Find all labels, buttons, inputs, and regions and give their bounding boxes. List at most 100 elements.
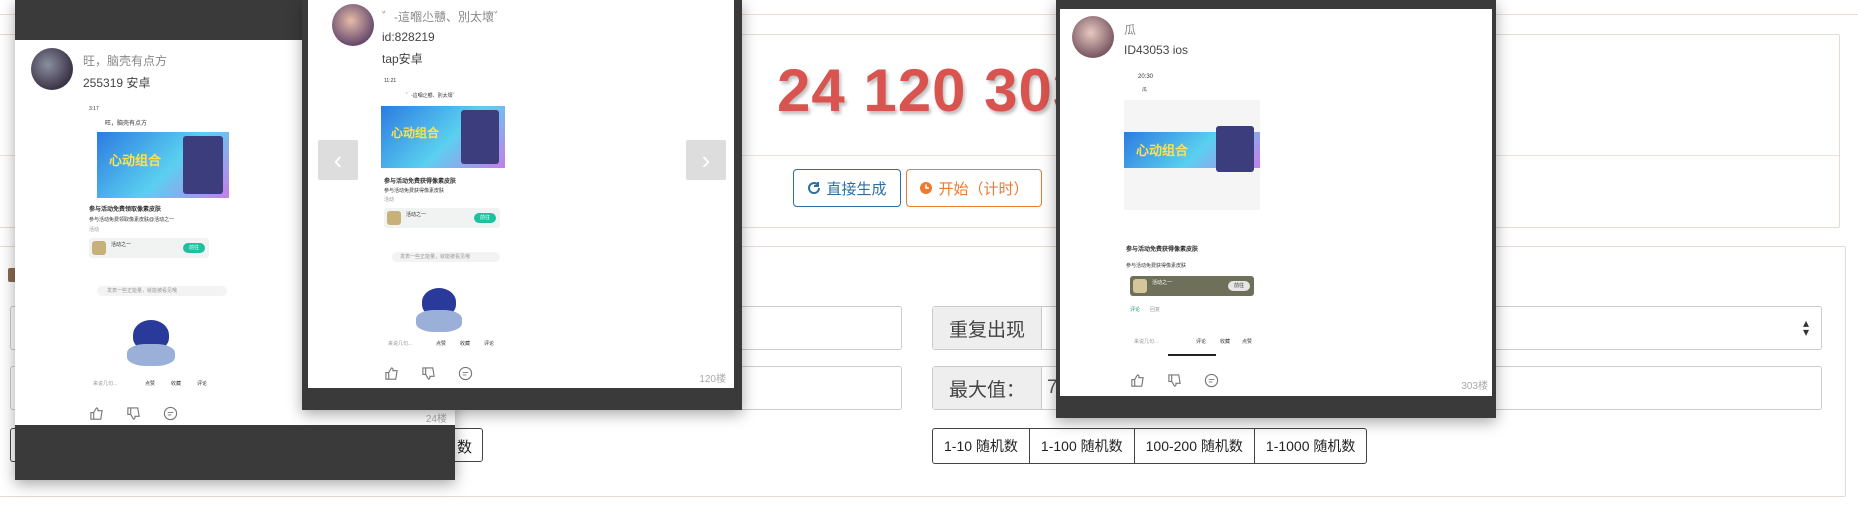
footer-comment: 评论 [197, 381, 208, 387]
event-banner: 心动组合 [1124, 126, 1260, 172]
comment-icon[interactable] [458, 366, 473, 381]
screenshot-image[interactable]: 20:30 瓜 心动组合 参与活动免费获得像素皮肤 参与活动免费获得像素皮肤 活… [1124, 72, 1260, 362]
footer-fav: 收藏 [1220, 339, 1231, 345]
user-id: id:828219 [382, 30, 435, 44]
repeat-label: 重复出现 [933, 307, 1043, 349]
card-bottom-bar [302, 388, 742, 410]
comment-card-3: 瓜 ID43053 ios 20:30 瓜 心动组合 参与活动免费获得像素皮肤 … [1056, 0, 1496, 418]
thumb-down-icon[interactable] [421, 366, 436, 381]
footer-fav: 收藏 [460, 341, 471, 347]
phone-title: 瓜 [1142, 87, 1148, 93]
phone-time: 3:17 [89, 106, 99, 112]
banner-area: 心动组合 [1124, 100, 1260, 210]
robot-mascot [127, 316, 175, 366]
tab-replies: 回复 [1150, 307, 1161, 313]
phone-title: ゛-這嗰尐戇、別太壞゛ [406, 93, 458, 99]
footer-placeholder: 来说几句... [93, 381, 118, 387]
join-button: 前往 [1228, 281, 1250, 291]
game-card: 活动之一 前往 [1130, 276, 1254, 296]
character-art [183, 136, 223, 194]
comment-icon[interactable] [163, 406, 178, 421]
username[interactable]: 旺，脑壳有点方 [83, 52, 167, 69]
thumb-up-icon[interactable] [1130, 373, 1145, 388]
character-art [1216, 126, 1254, 172]
comment-icon[interactable] [1204, 373, 1219, 388]
reaction-bar [384, 366, 473, 381]
thumb-up-icon[interactable] [89, 406, 104, 421]
left-range-label: 数 [456, 439, 472, 456]
range-1-10-button[interactable]: 1-10 随机数 [933, 429, 1030, 463]
game-name: 活动之一 [111, 242, 132, 248]
thumb-down-icon[interactable] [1167, 373, 1182, 388]
banner-title: 心动组合 [1136, 143, 1189, 158]
user-id: ID43053 ios [1124, 43, 1189, 57]
generate-label: 直接生成 [826, 180, 887, 198]
username[interactable]: 瓜 [1124, 21, 1136, 38]
tab-comments: 评论 [1130, 307, 1141, 313]
max-label: 最大值： [933, 367, 1043, 409]
chevron-left-icon[interactable]: ‹ [318, 140, 358, 180]
post-sub: 参与活动免费获得像素皮肤 [384, 188, 445, 194]
post-sub: 参与活动免费领取像素皮肤@活动之一 [89, 217, 175, 223]
avatar[interactable] [31, 48, 73, 90]
user-platform: tap安卓 [382, 52, 423, 66]
game-card: 活动之一 前往 [89, 238, 209, 258]
range-1-1000-button[interactable]: 1-1000 随机数 [1255, 429, 1366, 463]
post-tag: 活动 [384, 197, 395, 203]
range-button-group: 1-10 随机数 1-100 随机数 100-200 随机数 1-1000 随机… [932, 428, 1368, 464]
screenshot-image[interactable]: 11:21 ゛-這嗰尐戇、別太壞゛ 心动组合 参与活动免费获得像素皮肤 参与活动… [378, 76, 508, 352]
reaction-bar [89, 406, 178, 421]
footer-fav: 收藏 [171, 381, 182, 387]
range-1-100-button[interactable]: 1-100 随机数 [1030, 429, 1135, 463]
footer-placeholder: 来说几句... [1134, 339, 1159, 345]
banner-title: 心动组合 [109, 153, 162, 168]
card-top-bar [1056, 0, 1496, 9]
thumb-up-icon[interactable] [384, 366, 399, 381]
phone-time: 11:21 [384, 78, 397, 84]
game-card: 活动之一 前往 [384, 208, 500, 228]
card-side-bar [1492, 0, 1496, 418]
footer-like: 点赞 [1242, 339, 1253, 345]
card-bottom-bar [15, 425, 455, 480]
floor-number: 303楼 [1461, 381, 1488, 392]
home-indicator [1168, 354, 1216, 356]
floor-number: 120楼 [699, 374, 726, 385]
select-arrow-icon: ▴ ▾ [1802, 316, 1809, 339]
thumb-down-icon[interactable] [126, 406, 141, 421]
floor-number: 24楼 [425, 414, 447, 425]
game-icon [92, 241, 106, 255]
post-sub: 参与活动免费获得像素皮肤 [1126, 263, 1187, 269]
phone-time: 20:30 [1138, 74, 1154, 80]
avatar[interactable] [1072, 16, 1114, 58]
event-banner: 心动组合 [381, 106, 505, 168]
clock-icon [920, 182, 933, 194]
footer-like: 点赞 [436, 341, 447, 347]
game-icon [387, 211, 401, 225]
reaction-bar [1130, 373, 1219, 388]
username[interactable]: ゛-這嗰尐戇、別太壞゛ [382, 8, 506, 25]
footer-like: 点赞 [145, 381, 156, 387]
game-name: 活动之一 [1152, 280, 1173, 286]
footer-comment: 评论 [1196, 339, 1207, 345]
game-name: 活动之一 [406, 212, 427, 218]
post-heading: 参与活动免费获得像素皮肤 [1126, 247, 1199, 253]
post-heading: 参与活动免费获得像素皮肤 [384, 179, 457, 185]
chevron-right-icon[interactable]: › [686, 140, 726, 180]
random-numbers-display: 24 120 303 [777, 57, 1088, 124]
card-side-bar-left [1056, 0, 1060, 418]
post-heading: 参与活动免费领取像素皮肤 [89, 207, 162, 213]
range-100-200-button[interactable]: 100-200 随机数 [1135, 429, 1255, 463]
comment-card-2: ゛-這嗰尐戇、別太壞゛ id:828219 tap安卓 11:21 ゛-這嗰尐戇… [302, 0, 742, 410]
event-banner: 心动组合 [97, 132, 229, 198]
post-tag: 活动 [89, 227, 100, 233]
banner-title: 心动组合 [391, 126, 440, 140]
comment-placeholder: 发表一些正能量，就能被看见哦 [97, 286, 227, 296]
generate-button[interactable]: 直接生成 [793, 169, 901, 207]
avatar[interactable] [332, 4, 374, 46]
start-label: 开始（计时） [938, 180, 1029, 198]
comment-placeholder: 发表一些正能量，就能被看见哦 [392, 252, 500, 262]
screenshot-image[interactable]: 3:17 旺，脑壳有点方 心动组合 参与活动免费领取像素皮肤 参与活动免费领取像… [83, 104, 231, 394]
join-button: 前往 [474, 213, 496, 223]
footer-comment: 评论 [484, 341, 495, 347]
start-timer-button[interactable]: 开始（计时） [906, 169, 1042, 207]
